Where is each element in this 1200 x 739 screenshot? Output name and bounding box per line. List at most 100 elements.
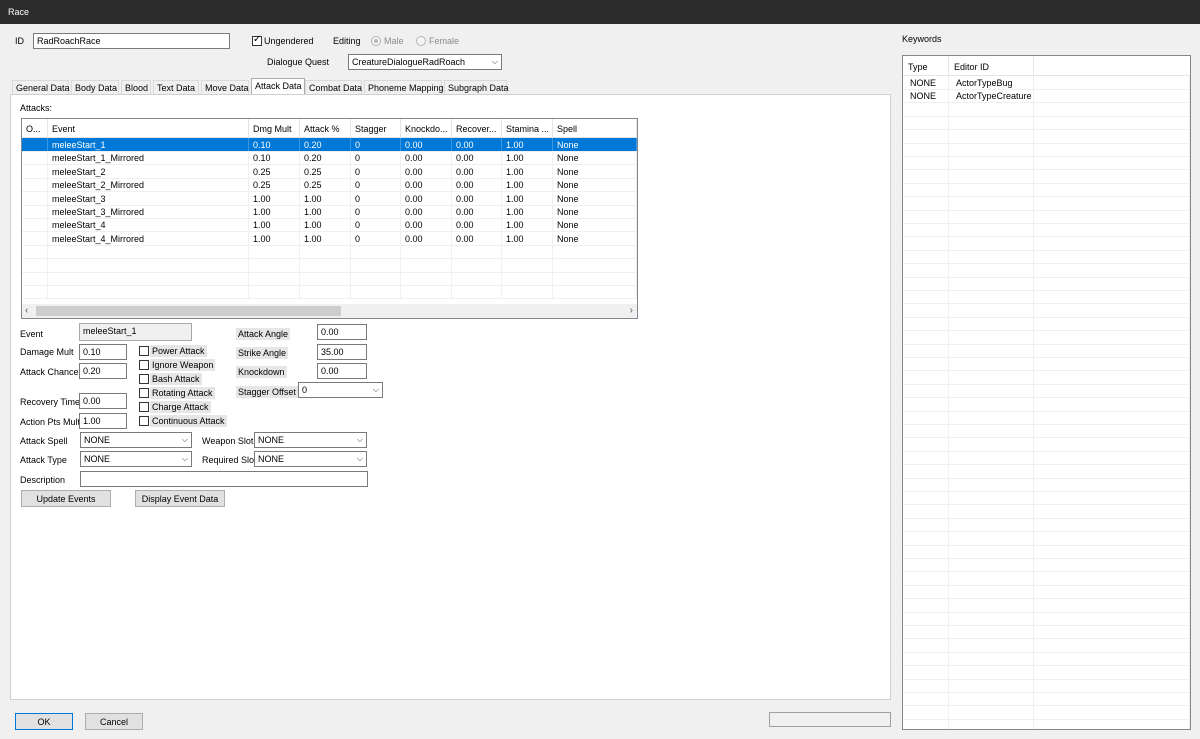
list-item[interactable] — [903, 384, 1190, 399]
ignore-weapon-checkbox[interactable] — [139, 360, 149, 370]
col-attack-pct[interactable]: Attack % — [300, 119, 351, 137]
list-item[interactable] — [903, 411, 1190, 425]
dialogue-quest-select[interactable]: CreatureDialogueRadRoach ⌵ — [348, 54, 502, 70]
list-item[interactable] — [903, 344, 1190, 358]
list-item[interactable] — [903, 665, 1190, 680]
list-item[interactable] — [903, 571, 1190, 586]
list-item[interactable] — [903, 196, 1190, 211]
tab-body-data[interactable]: Body Data — [71, 80, 119, 94]
list-item[interactable] — [903, 491, 1190, 506]
tab-attack-data[interactable]: Attack Data — [251, 78, 305, 95]
col-event[interactable]: Event — [48, 119, 249, 137]
list-item[interactable] — [903, 612, 1190, 626]
list-item[interactable] — [903, 303, 1190, 318]
table-row[interactable] — [22, 245, 637, 260]
tab-combat-data[interactable]: Combat Data — [305, 80, 362, 94]
list-item[interactable] — [903, 437, 1190, 452]
scroll-left-icon[interactable]: ‹ — [25, 305, 28, 316]
damage-mult-input[interactable]: 0.10 — [79, 344, 127, 360]
list-item[interactable] — [903, 692, 1190, 707]
bash-attack-checkbox[interactable] — [139, 374, 149, 384]
list-item[interactable] — [903, 518, 1190, 533]
list-item[interactable] — [903, 129, 1190, 144]
list-item[interactable] — [903, 317, 1190, 332]
stagger-offset-select[interactable]: 0 ⌵ — [298, 382, 383, 398]
col-dmg-mult[interactable]: Dmg Mult — [249, 119, 300, 137]
table-row[interactable]: meleeStart_3_Mirrored 1.00 1.00 0 0.00 0.00 1.… — [22, 205, 637, 219]
id-input[interactable]: RadRoachRace — [33, 33, 230, 49]
ungendered-checkbox[interactable] — [252, 34, 262, 46]
display-event-data-button[interactable]: Display Event Data — [135, 490, 225, 507]
col-stamina[interactable]: Stamina ... — [502, 119, 553, 137]
list-item[interactable] — [903, 652, 1190, 667]
list-item[interactable] — [903, 531, 1190, 546]
col-knockdown[interactable]: Knockdo... — [401, 119, 452, 137]
cancel-button[interactable]: Cancel — [85, 713, 143, 730]
list-item[interactable] — [903, 464, 1190, 479]
keywords-col-type[interactable]: Type — [903, 56, 949, 75]
table-row[interactable]: meleeStart_4_Mirrored 1.00 1.00 0 0.00 0.00 1.… — [22, 231, 637, 246]
recovery-time-input[interactable]: 0.00 — [79, 393, 127, 409]
list-item[interactable] — [903, 504, 1190, 519]
table-row[interactable]: meleeStart_2 0.25 0.25 0 0.00 0.00 1.00 None — [22, 164, 637, 179]
list-item[interactable] — [903, 558, 1190, 573]
list-item[interactable]: NONE ActorTypeCreature — [903, 89, 1190, 104]
action-pts-input[interactable]: 1.00 — [79, 413, 127, 429]
keywords-col-editor-id[interactable]: Editor ID — [949, 56, 1034, 75]
list-item[interactable] — [903, 277, 1190, 291]
attack-chance-input[interactable]: 0.20 — [79, 363, 127, 379]
list-item[interactable] — [903, 143, 1190, 157]
tab-text-data[interactable]: Text Data — [153, 80, 199, 94]
col-stagger[interactable]: Stagger — [351, 119, 401, 137]
list-item[interactable] — [903, 156, 1190, 171]
list-item[interactable] — [903, 223, 1190, 238]
list-item[interactable] — [903, 478, 1190, 492]
charge-attack-checkbox[interactable] — [139, 402, 149, 412]
event-field[interactable]: meleeStart_1 — [79, 323, 192, 341]
list-item[interactable] — [903, 545, 1190, 559]
tab-phoneme-mapping[interactable]: Phoneme Mapping — [364, 80, 444, 94]
list-item[interactable] — [903, 263, 1190, 278]
continuous-attack-checkbox[interactable] — [139, 416, 149, 426]
list-item[interactable] — [903, 290, 1190, 305]
list-item[interactable]: NONE ActorTypeBug — [903, 76, 1190, 90]
ok-button[interactable]: OK — [15, 713, 73, 730]
scroll-right-icon[interactable]: › — [630, 305, 633, 316]
col-order[interactable]: O... — [22, 119, 48, 137]
list-item[interactable] — [903, 585, 1190, 600]
list-item[interactable] — [903, 357, 1190, 372]
tab-blood[interactable]: Blood — [121, 80, 151, 94]
list-item[interactable] — [903, 638, 1190, 653]
list-item[interactable] — [903, 598, 1190, 613]
col-recovery[interactable]: Recover... — [452, 119, 502, 137]
list-item[interactable] — [903, 397, 1190, 412]
attacks-hscrollbar[interactable]: ‹ › — [22, 304, 637, 318]
list-item[interactable] — [903, 210, 1190, 224]
power-attack-checkbox[interactable] — [139, 346, 149, 356]
attacks-table[interactable]: O... Event Dmg Mult Attack % Stagger Kno… — [21, 118, 638, 319]
female-radio[interactable] — [416, 36, 426, 46]
attack-angle-input[interactable]: 0.00 — [317, 324, 367, 340]
table-row[interactable]: meleeStart_4 1.00 1.00 0 0.00 0.00 1.00 None — [22, 218, 637, 233]
attack-type-select[interactable]: NONE ⌵ — [80, 451, 192, 467]
list-item[interactable] — [903, 625, 1190, 640]
table-row[interactable]: meleeStart_1_Mirrored 0.10 0.20 0 0.00 0.00 1.… — [22, 151, 637, 166]
list-item[interactable] — [903, 705, 1190, 720]
male-radio[interactable] — [371, 36, 381, 46]
list-item[interactable] — [903, 719, 1190, 729]
list-item[interactable] — [903, 679, 1190, 693]
strike-angle-input[interactable]: 35.00 — [317, 344, 367, 360]
list-item[interactable] — [903, 250, 1190, 265]
list-item[interactable] — [903, 330, 1190, 345]
table-row[interactable] — [22, 258, 637, 273]
weapon-slot-select[interactable]: NONE ⌵ — [254, 432, 367, 448]
knockdown-input[interactable]: 0.00 — [317, 363, 367, 379]
col-spell[interactable]: Spell — [553, 119, 637, 137]
list-item[interactable] — [903, 116, 1190, 131]
table-row[interactable]: meleeStart_1 0.10 0.20 0 0.00 0.00 1.00 None — [22, 138, 637, 152]
list-item[interactable] — [903, 183, 1190, 198]
scroll-thumb[interactable] — [36, 306, 341, 316]
tab-subgraph-data[interactable]: Subgraph Data — [444, 80, 509, 94]
table-row[interactable] — [22, 285, 637, 300]
required-slot-select[interactable]: NONE ⌵ — [254, 451, 367, 467]
